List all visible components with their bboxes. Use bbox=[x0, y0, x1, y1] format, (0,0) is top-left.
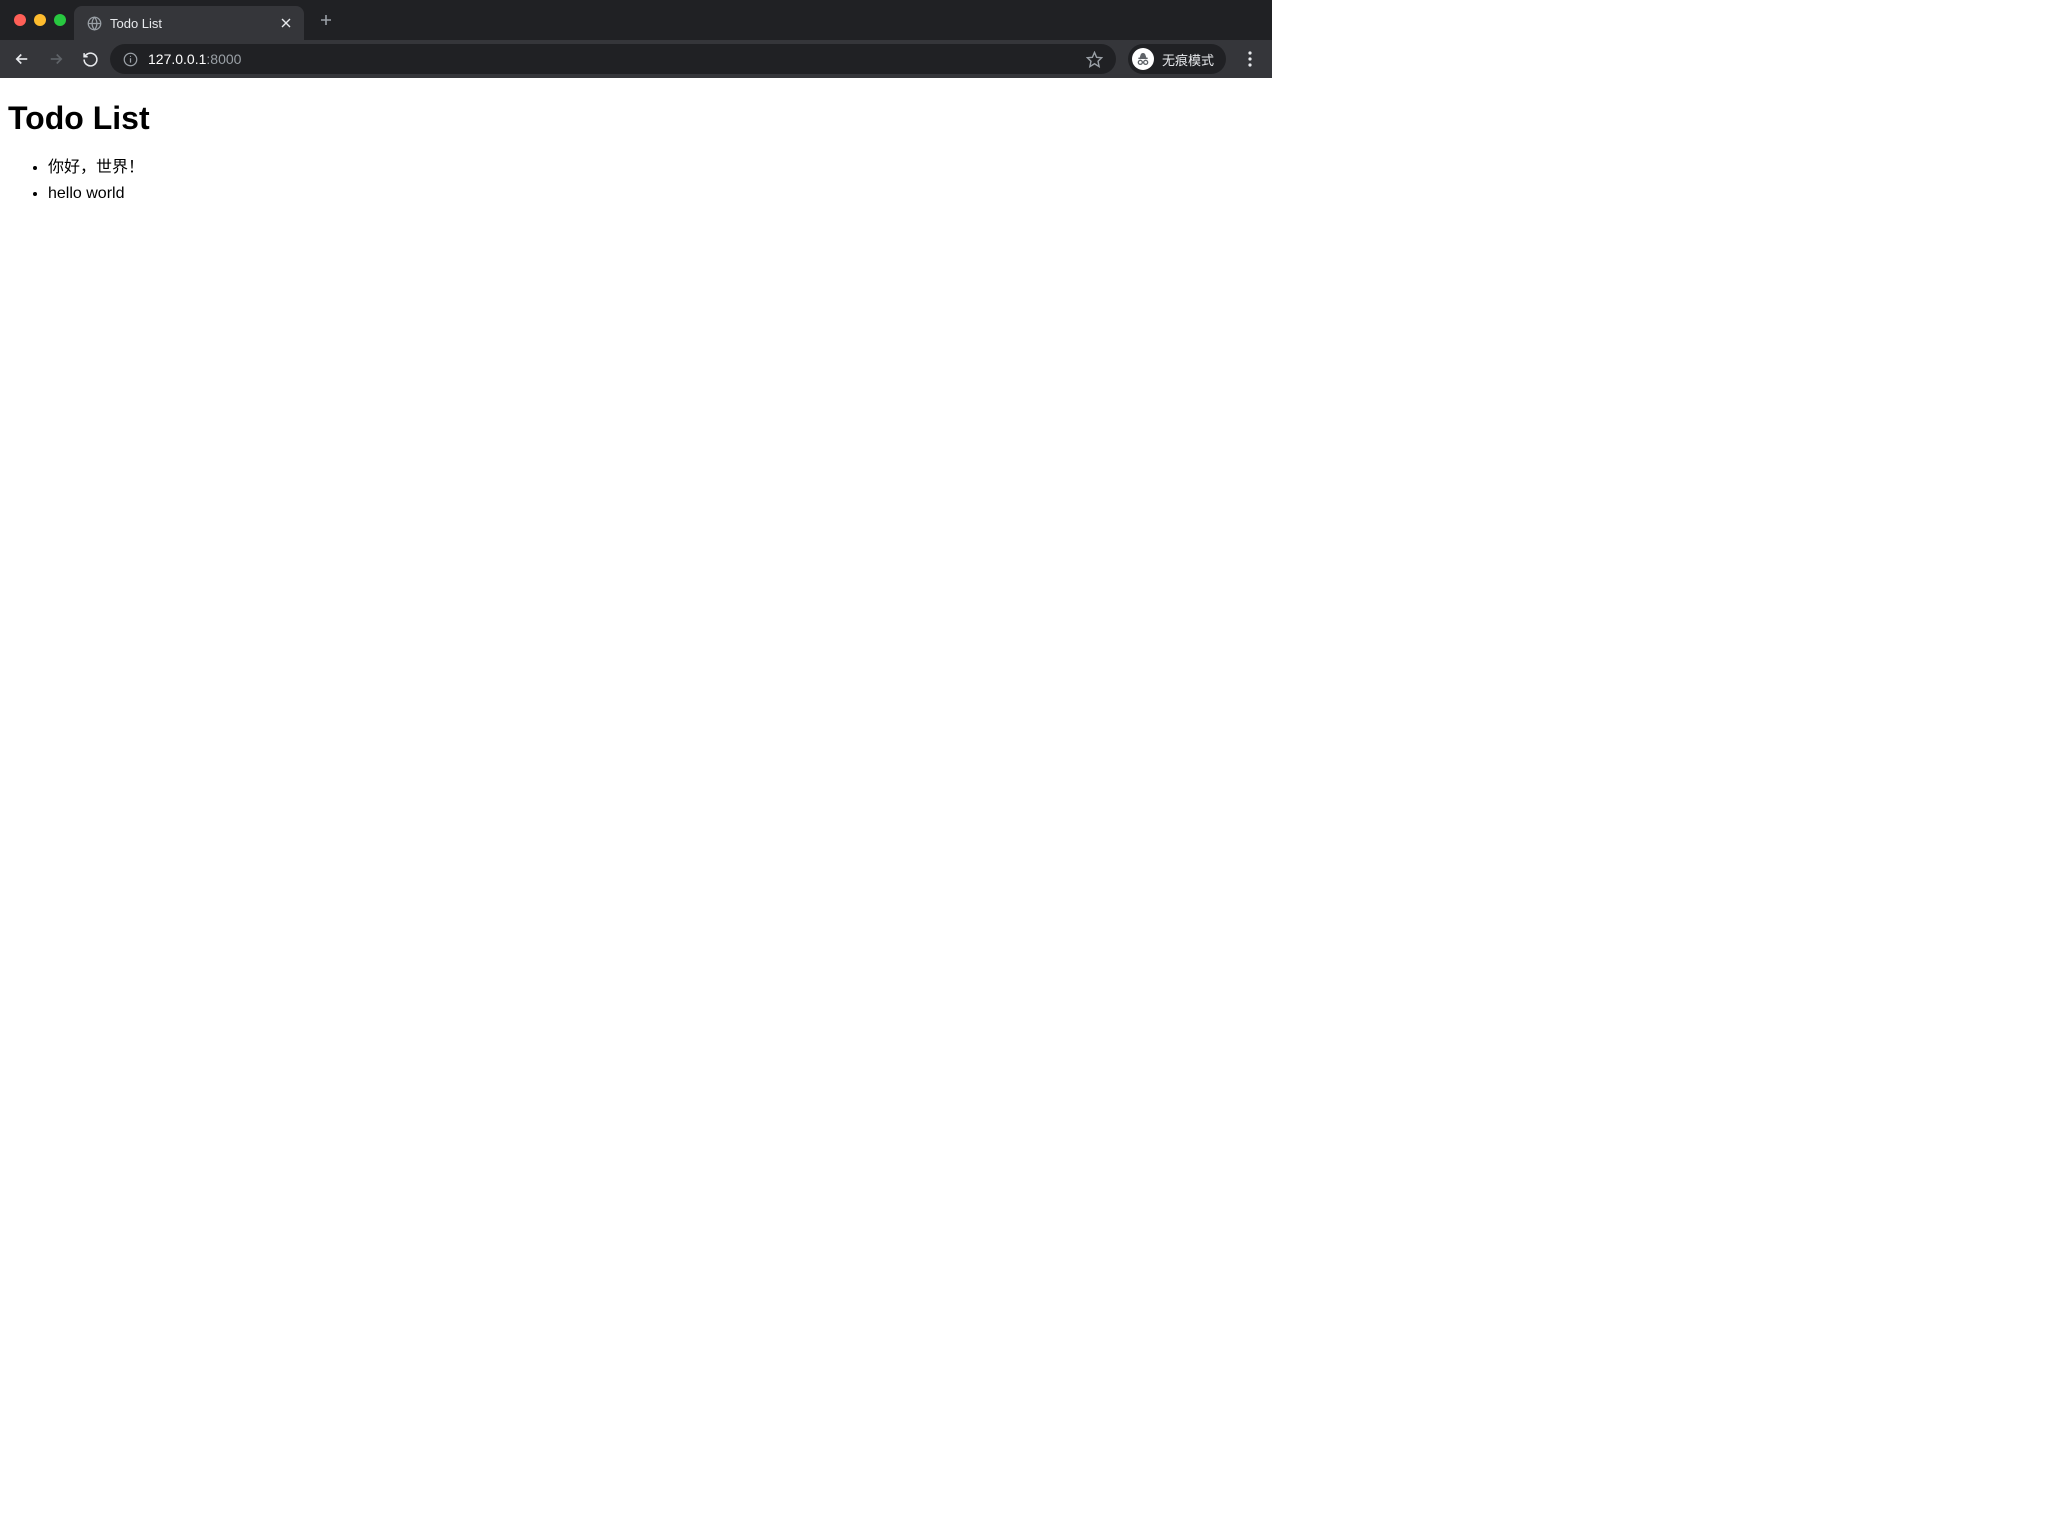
todo-list: 你好，世界！ hello world bbox=[8, 155, 1264, 206]
window-minimize-button[interactable] bbox=[34, 14, 46, 26]
page-content: Todo List 你好，世界！ hello world bbox=[0, 78, 1272, 214]
back-button[interactable] bbox=[8, 45, 36, 73]
list-item: 你好，世界！ bbox=[48, 155, 1264, 181]
browser-menu-button[interactable] bbox=[1236, 45, 1264, 73]
globe-icon bbox=[86, 15, 102, 31]
incognito-indicator[interactable]: 无痕模式 bbox=[1128, 44, 1226, 74]
page-title: Todo List bbox=[8, 100, 1264, 137]
window-maximize-button[interactable] bbox=[54, 14, 66, 26]
url-host: 127.0.0.1 bbox=[148, 51, 206, 67]
url-port: :8000 bbox=[206, 51, 241, 67]
browser-tab[interactable]: Todo List bbox=[74, 6, 304, 40]
forward-button[interactable] bbox=[42, 45, 70, 73]
bookmark-star-icon[interactable] bbox=[1086, 50, 1104, 68]
window-close-button[interactable] bbox=[14, 14, 26, 26]
tab-strip: Todo List bbox=[0, 0, 1272, 40]
url-text: 127.0.0.1:8000 bbox=[148, 51, 1076, 67]
reload-button[interactable] bbox=[76, 45, 104, 73]
close-icon[interactable] bbox=[278, 15, 294, 31]
browser-toolbar: 127.0.0.1:8000 无痕模式 bbox=[0, 40, 1272, 78]
site-info-icon[interactable] bbox=[122, 51, 138, 67]
tab-title: Todo List bbox=[110, 16, 270, 31]
incognito-icon bbox=[1132, 48, 1154, 70]
browser-chrome: Todo List bbox=[0, 0, 1272, 78]
incognito-label: 无痕模式 bbox=[1162, 50, 1214, 69]
address-bar[interactable]: 127.0.0.1:8000 bbox=[110, 44, 1116, 74]
new-tab-button[interactable] bbox=[312, 6, 340, 34]
list-item: hello world bbox=[48, 181, 1264, 207]
window-controls bbox=[10, 14, 74, 26]
